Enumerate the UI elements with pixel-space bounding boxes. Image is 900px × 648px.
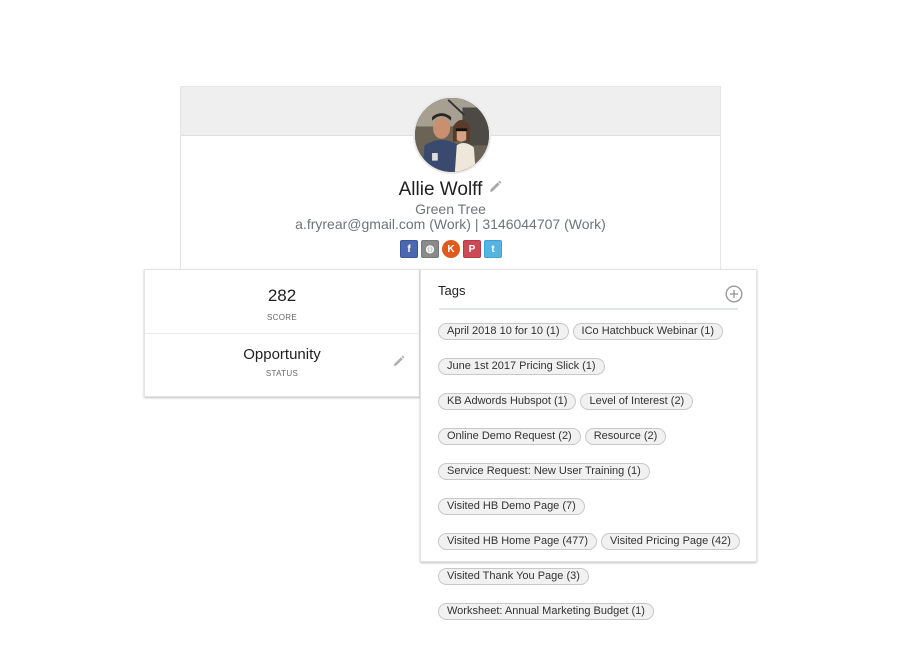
avatar[interactable]: [413, 96, 491, 174]
add-tag-plus-circle-icon[interactable]: [725, 285, 743, 303]
tag-pill[interactable]: Visited HB Demo Page (7): [438, 498, 585, 515]
contact-profile-card: Allie Wolff Green Tree a.fryrear@gmail.c…: [180, 86, 721, 270]
tag-pill[interactable]: KB Adwords Hubspot (1): [438, 393, 577, 410]
edit-name-pencil-icon[interactable]: [488, 177, 502, 192]
pinterest-icon[interactable]: P: [463, 240, 481, 258]
tag-pill[interactable]: April 2018 10 for 10 (1): [438, 323, 569, 340]
status-section: Opportunity STATUS: [145, 334, 419, 398]
twitter-icon[interactable]: t: [484, 240, 502, 258]
score-value: 282: [267, 286, 297, 305]
tag-pill[interactable]: Worksheet: Annual Marketing Budget (1): [438, 603, 654, 620]
tag-pill[interactable]: Visited Pricing Page (42): [601, 533, 740, 550]
score-section: 282 SCORE: [145, 270, 419, 334]
contact-name-row: Allie Wolff: [181, 177, 720, 202]
status-label: STATUS: [265, 369, 299, 378]
facebook-icon[interactable]: f: [400, 240, 418, 258]
tag-pill[interactable]: June 1st 2017 Pricing Slick (1): [438, 358, 605, 375]
tag-pill[interactable]: Resource (2): [584, 428, 667, 445]
stats-card: 282 SCORE Opportunity STATUS: [144, 269, 420, 397]
avatar-photo: [415, 98, 489, 172]
tags-title: Tags: [438, 283, 466, 298]
edit-status-pencil-icon[interactable]: [392, 355, 405, 368]
klout-icon[interactable]: K: [442, 240, 460, 258]
tag-pill[interactable]: Level of Interest (2): [580, 393, 694, 410]
tag-pill[interactable]: Service Request: New User Training (1): [438, 463, 650, 480]
social-links: f ◍ K P t: [400, 240, 502, 258]
score-label: SCORE: [267, 313, 297, 322]
website-globe-icon[interactable]: ◍: [421, 240, 439, 258]
tags-list: April 2018 10 for 10 (1) ICo Hatchbuck We…: [438, 323, 748, 629]
tag-pill[interactable]: Visited HB Home Page (477): [438, 533, 598, 550]
tags-card: Tags April 2018 10 for 10 (1) ICo Hatchbu…: [420, 269, 757, 620]
tag-pill[interactable]: ICo Hatchbuck Webinar (1): [572, 323, 723, 340]
contact-info: a.fryrear@gmail.com (Work) | 3146044707 …: [295, 216, 606, 232]
tags-divider: [439, 308, 738, 310]
status-value: Opportunity: [243, 346, 321, 363]
company-name: Green Tree: [415, 201, 486, 217]
tag-pill[interactable]: Online Demo Request (2): [438, 428, 581, 445]
contact-name: Allie Wolff: [398, 179, 483, 200]
tag-pill[interactable]: Visited Thank You Page (3): [438, 568, 589, 585]
